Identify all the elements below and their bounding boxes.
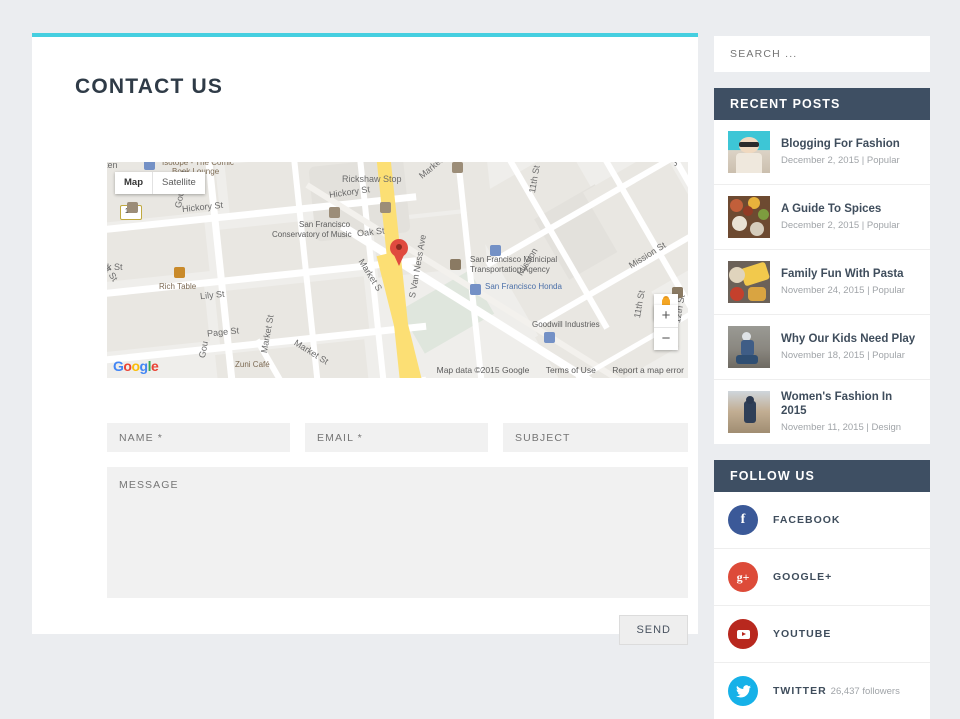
social-link-youtube[interactable]: YOUTUBE	[714, 606, 930, 663]
post-body: Blogging For Fashion December 2, 2015 | …	[781, 138, 900, 166]
social-link-googleplus[interactable]: g+ GOOGLE+	[714, 549, 930, 606]
post-thumbnail	[728, 196, 770, 238]
post-title[interactable]: Blogging For Fashion	[781, 138, 900, 152]
form-actions: SEND	[107, 615, 688, 645]
post-meta: November 11, 2015 | Design	[781, 421, 902, 433]
post-meta: December 2, 2015 | Popular	[781, 219, 900, 231]
twitter-icon	[728, 676, 758, 706]
facebook-icon: f	[728, 505, 758, 535]
post-thumbnail	[728, 261, 770, 303]
message-textarea[interactable]	[107, 467, 688, 598]
post-title[interactable]: Women's Fashion In 2015	[781, 391, 916, 419]
list-item[interactable]: Family Fun With Pasta November 24, 2015 …	[714, 250, 930, 315]
post-thumbnail	[728, 391, 770, 433]
zoom-in-button[interactable]: +	[654, 305, 678, 328]
post-title[interactable]: A Guide To Spices	[781, 203, 900, 217]
search-input[interactable]	[728, 47, 916, 61]
post-title[interactable]: Family Fun With Pasta	[781, 268, 905, 282]
follower-count: 26,437 followers	[830, 686, 900, 697]
email-input[interactable]	[305, 423, 488, 452]
map-report-link[interactable]: Report a map error	[612, 365, 684, 375]
post-title[interactable]: Why Our Kids Need Play	[781, 333, 915, 347]
social-label: FACEBOOK	[773, 514, 841, 526]
map-data-credit: Map data ©2015 Google	[436, 365, 530, 375]
post-thumbnail	[728, 131, 770, 173]
post-thumbnail	[728, 326, 770, 368]
list-item[interactable]: Why Our Kids Need Play November 18, 2015…	[714, 315, 930, 380]
page-title: CONTACT US	[75, 75, 224, 98]
social-label: TWITTER 26,437 followers	[773, 685, 900, 697]
contact-card: CONTACT US en Hickory St Rickshaw Stop M…	[32, 33, 698, 645]
recent-posts-title: RECENT POSTS	[714, 88, 930, 120]
post-body: Family Fun With Pasta November 24, 2015 …	[781, 268, 905, 296]
map-attribution: Map data ©2015 Google Terms of Use Repor…	[423, 365, 684, 375]
map-zoom-controls[interactable]: + −	[654, 305, 678, 350]
youtube-icon	[728, 619, 758, 649]
page-root: CONTACT US en Hickory St Rickshaw Stop M…	[0, 0, 960, 719]
name-input[interactable]	[107, 423, 290, 452]
post-meta: November 18, 2015 | Popular	[781, 349, 905, 361]
list-item[interactable]: Women's Fashion In 2015 November 11, 201…	[714, 380, 930, 444]
contact-form: SEND	[107, 423, 688, 645]
send-button[interactable]: SEND	[619, 615, 688, 645]
post-meta: December 2, 2015 | Popular	[781, 154, 900, 166]
social-label: GOOGLE+	[773, 571, 833, 583]
follow-us-title: FOLLOW US	[714, 460, 930, 492]
search-widget[interactable]	[714, 36, 930, 72]
recent-posts-widget: RECENT POSTS Blogging For Fashion Decemb…	[714, 88, 930, 444]
map-canvas: 101 ten Hickory St Rickshaw Stop Market …	[107, 162, 688, 378]
map-terms-link[interactable]: Terms of Use	[546, 365, 596, 375]
map-type-satellite[interactable]: Satellite	[153, 172, 205, 194]
sidebar: RECENT POSTS Blogging For Fashion Decemb…	[714, 36, 930, 719]
map-marker-pin[interactable]	[390, 239, 408, 266]
list-item[interactable]: Blogging For Fashion December 2, 2015 | …	[714, 120, 930, 185]
follow-us-widget: FOLLOW US f FACEBOOK g+ GOOGLE+ YOUTUBE …	[714, 460, 930, 719]
google-logo: Google	[113, 358, 159, 374]
subject-input[interactable]	[503, 423, 688, 452]
post-body: A Guide To Spices December 2, 2015 | Pop…	[781, 203, 900, 231]
google-map[interactable]: 101 ten Hickory St Rickshaw Stop Market …	[107, 162, 688, 378]
list-item[interactable]: A Guide To Spices December 2, 2015 | Pop…	[714, 185, 930, 250]
post-body: Women's Fashion In 2015 November 11, 201…	[781, 391, 916, 433]
social-link-twitter[interactable]: TWITTER 26,437 followers	[714, 663, 930, 719]
post-meta: November 24, 2015 | Popular	[781, 284, 905, 296]
map-type-switcher[interactable]: Map Satellite	[115, 172, 205, 194]
zoom-out-button[interactable]: −	[654, 328, 678, 350]
post-body: Why Our Kids Need Play November 18, 2015…	[781, 333, 915, 361]
social-link-facebook[interactable]: f FACEBOOK	[714, 492, 930, 549]
social-label: YOUTUBE	[773, 628, 832, 640]
map-type-map[interactable]: Map	[115, 172, 153, 194]
form-row-top	[107, 423, 688, 452]
google-plus-icon: g+	[728, 562, 758, 592]
